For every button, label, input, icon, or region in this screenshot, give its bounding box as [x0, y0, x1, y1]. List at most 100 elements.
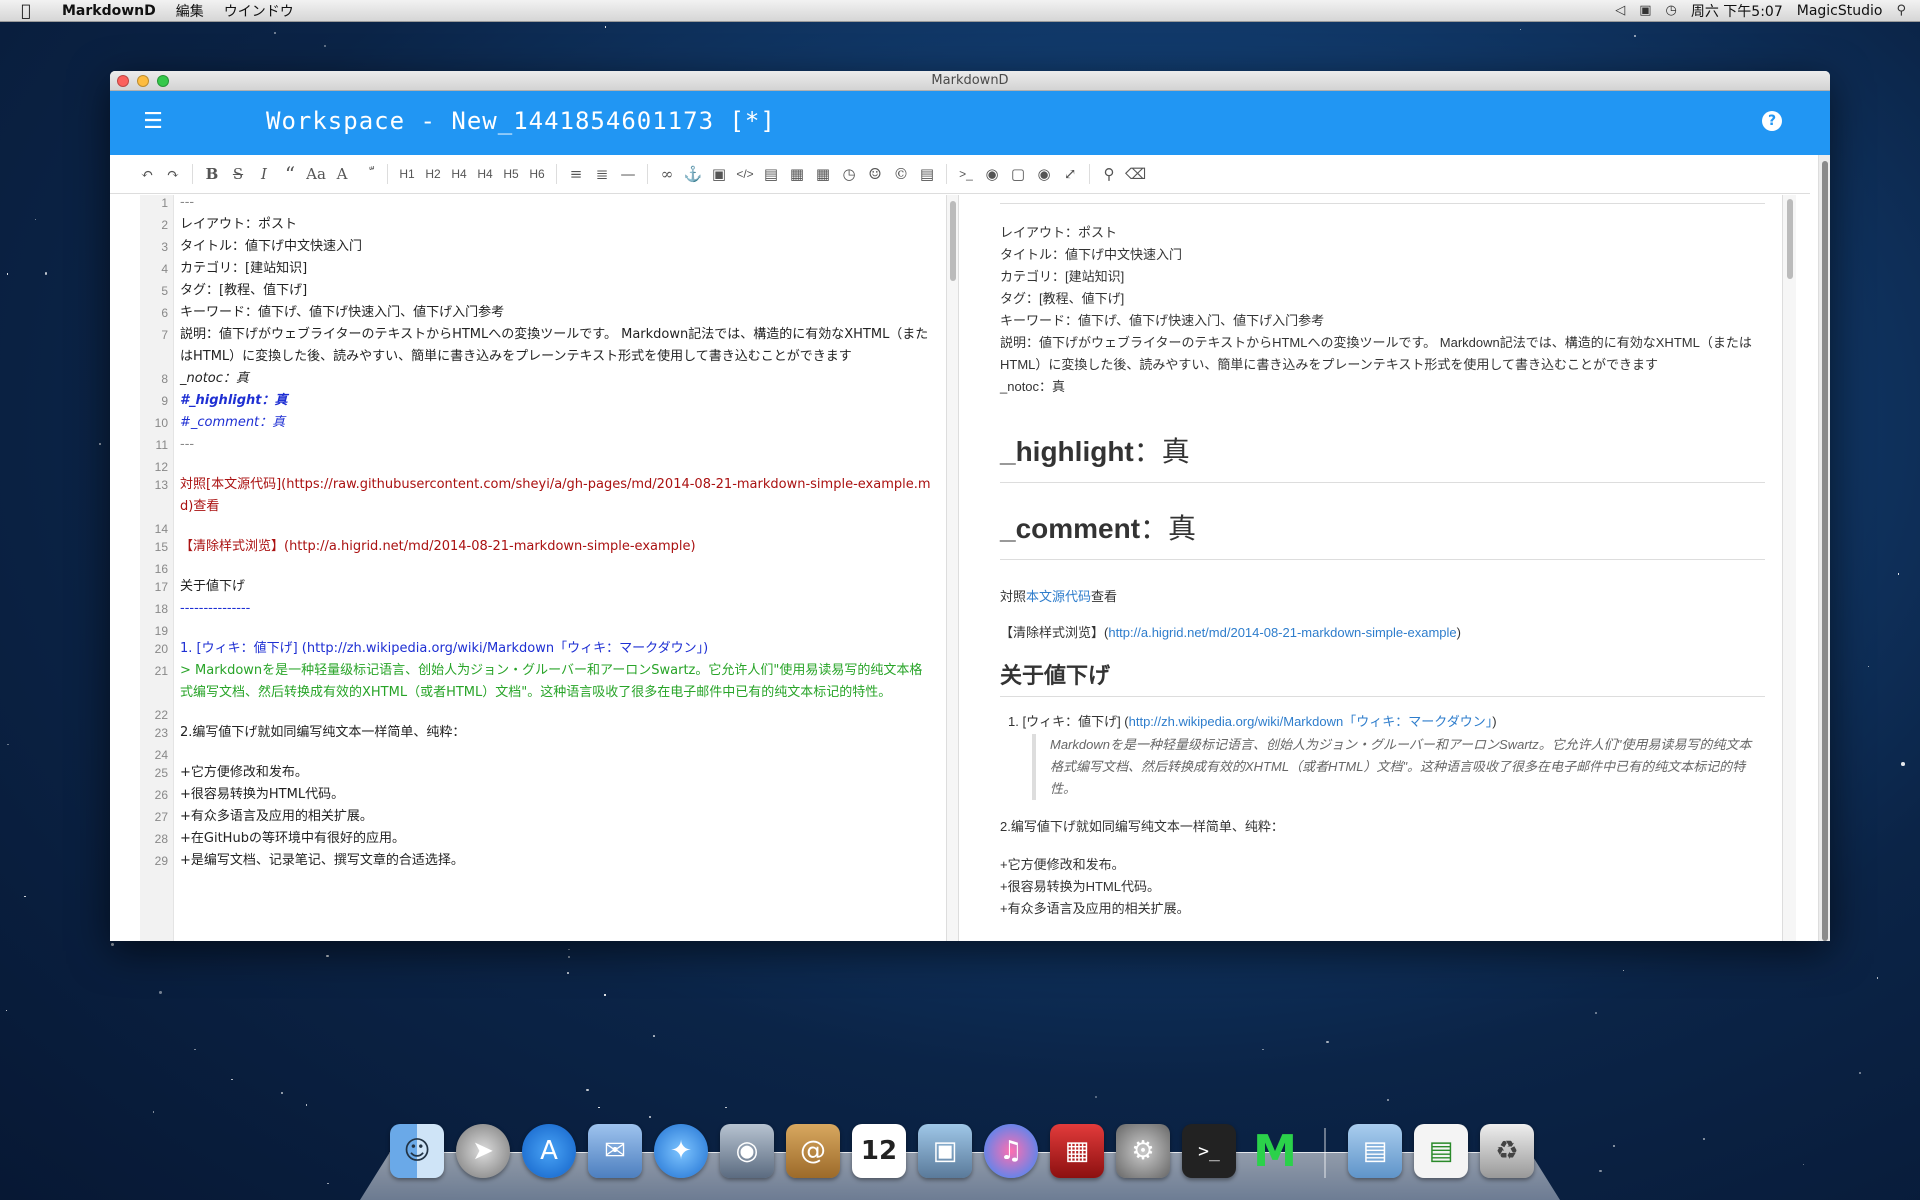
editor-line[interactable]: 1 ---	[140, 195, 940, 214]
editor-line[interactable]: 6 キーワード：値下げ、値下げ快速入门、値下げ入门参考	[140, 302, 940, 324]
editor-scrollbar[interactable]	[947, 195, 959, 941]
editor-line[interactable]: 13 対照[本文源代码](https://raw.githubuserconten…	[140, 474, 940, 518]
window-scrollbar[interactable]	[1818, 155, 1830, 941]
editor-line[interactable]: 22	[140, 704, 940, 722]
document-icon[interactable]: ▤	[1414, 1124, 1468, 1178]
editor-line[interactable]: 20 1. [ウィキ：値下げ] (http://zh.wikipedia.org/…	[140, 638, 940, 660]
editor-line[interactable]: 17 关于値下げ	[140, 576, 940, 598]
editor-line[interactable]: 24	[140, 744, 940, 762]
help-button[interactable]: ?	[1762, 111, 1782, 131]
system-preferences-icon[interactable]: ⚙	[1116, 1124, 1170, 1178]
page-icon[interactable]: ▤	[914, 160, 940, 188]
editor-line[interactable]: 10 #_comment：真	[140, 412, 940, 434]
editor-line[interactable]: 4 カテゴリ：[建站知识]	[140, 258, 940, 280]
heading-1-button[interactable]: H1	[394, 160, 420, 188]
menu-window[interactable]: ウインドウ	[214, 1, 304, 21]
zoom-window-button[interactable]	[157, 75, 169, 87]
launchpad-icon[interactable]: ➤	[456, 1124, 510, 1178]
editor-line[interactable]: 7 説明：値下げがウェブライターのテキストからHTMLへの変換ツールです。 Mar…	[140, 324, 940, 368]
editor-line[interactable]: 8 _notoc：真	[140, 368, 940, 390]
wikipedia-link[interactable]: http://zh.wikipedia.org/wiki/Markdown「ウィ…	[1129, 714, 1493, 729]
heading-5-button[interactable]: H5	[498, 160, 524, 188]
contacts-icon[interactable]: @	[786, 1124, 840, 1178]
markdown-editor[interactable]: 1 --- 2 レイアウト：ポスト 3 タイトル：値下げ中文快速入门 4 カテゴリ：[建站知识…	[140, 195, 947, 941]
circle-icon[interactable]: ّ	[355, 160, 381, 188]
safari-icon[interactable]: ✦	[654, 1124, 708, 1178]
editor-line[interactable]: 27 +有众多语言及应用的相关扩展。	[140, 806, 940, 828]
editor-line[interactable]: 28 +在GitHubの等环境中有很好的应用。	[140, 828, 940, 850]
editor-line[interactable]: 19	[140, 620, 940, 638]
menu-edit[interactable]: 編集	[166, 1, 214, 21]
clock-icon[interactable]: ◷	[836, 160, 862, 188]
editor-line[interactable]: 16	[140, 558, 940, 576]
italic-icon[interactable]: I	[251, 160, 277, 188]
anchor-icon[interactable]: ⚓	[680, 160, 706, 188]
font-size-icon[interactable]: Aa	[303, 160, 329, 188]
undo-icon[interactable]: ↶	[134, 160, 160, 188]
source-code-link[interactable]: 本文源代码	[1026, 589, 1091, 604]
heading-4-button[interactable]: H4	[472, 160, 498, 188]
menubar-clock[interactable]: 周六 下午5:07	[1691, 1, 1783, 21]
display-icon[interactable]: ▣	[1639, 3, 1651, 18]
editor-line[interactable]: 11 ---	[140, 434, 940, 456]
quote-icon[interactable]: “	[277, 160, 303, 188]
editor-line[interactable]: 25 +它方便修改和发布。	[140, 762, 940, 784]
code-icon[interactable]: </>	[732, 160, 758, 188]
image-icon[interactable]: ▣	[706, 160, 732, 188]
fullscreen-icon[interactable]: ⤢	[1057, 160, 1083, 188]
clear-style-link[interactable]: http://a.higrid.net/md/2014-08-21-markdo…	[1108, 625, 1456, 640]
editor-line[interactable]: 29 +是编写文档、记录笔记、撰写文章的合适选择。	[140, 850, 940, 872]
menu-icon[interactable]: ☰	[142, 111, 164, 133]
editor-line[interactable]: 23 2.编写値下げ就如同编写纯文本一样简单、纯粋：	[140, 722, 940, 744]
font-icon[interactable]: A	[329, 160, 355, 188]
trash-icon[interactable]: ♻	[1480, 1124, 1534, 1178]
link-icon[interactable]: ∞	[654, 160, 680, 188]
preview-off-icon[interactable]: ◉	[979, 160, 1005, 188]
facetime-icon[interactable]: ◉	[720, 1124, 774, 1178]
editor-line[interactable]: 3 タイトル：値下げ中文快速入门	[140, 236, 940, 258]
menubar-user[interactable]: MagicStudio	[1797, 3, 1883, 19]
strikethrough-icon[interactable]: S	[225, 160, 251, 188]
itunes-icon[interactable]: ♫	[984, 1124, 1038, 1178]
bold-icon[interactable]: B	[199, 160, 225, 188]
watch-icon[interactable]: ◉	[1031, 160, 1057, 188]
editor-line[interactable]: 21 > Markdownを是一种轻量级标记语言、创始人为ジョン・グルーバー和アー…	[140, 660, 940, 704]
redo-icon[interactable]: ↷	[160, 160, 186, 188]
photobooth-icon[interactable]: ▦	[1050, 1124, 1104, 1178]
editor-line[interactable]: 5 タグ：[教程、值下げ]	[140, 280, 940, 302]
hr-icon[interactable]: —	[615, 160, 641, 188]
html-entity-icon[interactable]: ©	[888, 160, 914, 188]
minimize-window-button[interactable]	[137, 75, 149, 87]
editor-line[interactable]: 12	[140, 456, 940, 474]
table-icon[interactable]: ▦	[810, 160, 836, 188]
finder-icon[interactable]: ☺	[390, 1124, 444, 1178]
volume-icon[interactable]: ◁	[1615, 3, 1625, 18]
list-ol-icon[interactable]: ≣	[589, 160, 615, 188]
photos-icon[interactable]: ▣	[918, 1124, 972, 1178]
heading-2-button[interactable]: H2	[420, 160, 446, 188]
markdownd-icon[interactable]: M	[1248, 1124, 1302, 1178]
preview-scrollbar[interactable]	[1782, 195, 1796, 941]
time-machine-icon[interactable]: ◷	[1666, 3, 1677, 18]
heading-3-button[interactable]: H4	[446, 160, 472, 188]
terminal-icon[interactable]: >_	[1182, 1124, 1236, 1178]
clear-icon[interactable]: ⌫	[1122, 160, 1149, 188]
editor-line[interactable]: 26 +很容易转换为HTML代码。	[140, 784, 940, 806]
app-store-icon[interactable]: A	[522, 1124, 576, 1178]
editor-line[interactable]: 18 ---------------	[140, 598, 940, 620]
code-block-icon[interactable]: ▤	[758, 160, 784, 188]
list-ul-icon[interactable]: ≡	[563, 160, 589, 188]
editor-line[interactable]: 14	[140, 518, 940, 536]
spotlight-icon[interactable]: ⚲	[1896, 3, 1906, 18]
desktop-icon[interactable]: ▢	[1005, 160, 1031, 188]
calendar-icon[interactable]: 12	[852, 1124, 906, 1178]
file-icon[interactable]: ▦	[784, 160, 810, 188]
editor-line[interactable]: 9 #_highlight：真	[140, 390, 940, 412]
heading-6-button[interactable]: H6	[524, 160, 550, 188]
editor-line[interactable]: 15 【清除样式浏览】(http://a.higrid.net/md/2014-0…	[140, 536, 940, 558]
apple-icon[interactable]: 	[0, 1, 52, 20]
search-icon[interactable]: ⚲	[1096, 160, 1122, 188]
terminal-icon[interactable]: >_	[953, 160, 979, 188]
close-window-button[interactable]	[117, 75, 129, 87]
editor-line[interactable]: 2 レイアウト：ポスト	[140, 214, 940, 236]
